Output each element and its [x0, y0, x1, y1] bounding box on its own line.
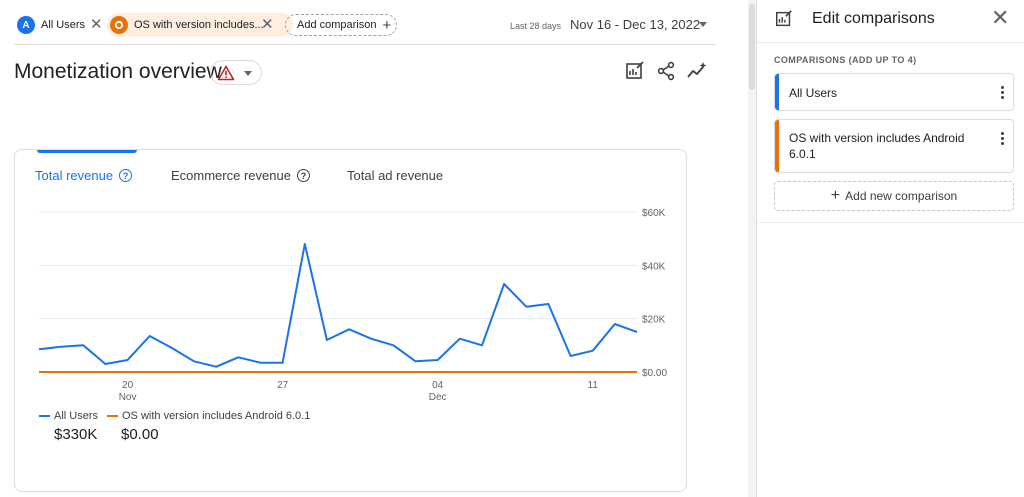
- panel-title: Edit comparisons: [812, 10, 935, 27]
- customize-report-icon: [776, 10, 792, 27]
- y-tick-label: $0.00: [642, 368, 667, 379]
- chevron-down-icon[interactable]: [699, 22, 707, 27]
- add-comparison-label: Add comparison: [297, 19, 377, 31]
- all-users-total: $330K: [54, 426, 98, 443]
- series-line-all-users: [38, 243, 638, 368]
- chip-os-label: OS with version includes...: [134, 19, 264, 31]
- x-tick-label: 27: [277, 380, 289, 391]
- close-icon[interactable]: ✕: [90, 16, 103, 34]
- legend-all-users: All Users: [39, 410, 98, 422]
- legend-swatch: [107, 415, 118, 417]
- chip-all-users[interactable]: A All Users ✕: [14, 13, 108, 37]
- plus-icon: +: [382, 16, 392, 34]
- x-tick-label: 11: [588, 380, 599, 391]
- revenue-card: Total revenue ? Ecommerce revenue ? Tota…: [14, 149, 687, 492]
- y-tick-label: $20K: [642, 315, 666, 326]
- help-icon[interactable]: ?: [119, 169, 133, 182]
- divider: [14, 44, 716, 45]
- tab-ecommerce-revenue[interactable]: Ecommerce revenue ?: [171, 168, 310, 183]
- revenue-line-chart: $60K $40K $20K $0.00 20Nov 27 04Dec 11: [38, 208, 667, 403]
- scrollbar-thumb[interactable]: [749, 4, 755, 90]
- comparison-color-stripe: [775, 74, 779, 110]
- date-range[interactable]: Nov 16 - Dec 13, 2022: [570, 17, 700, 32]
- x-tick-label: 04: [432, 380, 444, 391]
- legend-swatch: [39, 415, 50, 417]
- chip-all-users-label: All Users: [41, 19, 86, 31]
- page-title: Monetization overview: [14, 60, 222, 83]
- warning-icon: [217, 65, 235, 81]
- share-icon[interactable]: [655, 60, 677, 82]
- more-vert-icon[interactable]: [1001, 86, 1005, 101]
- tab-total-revenue-label: Total revenue: [35, 168, 114, 183]
- x-tick-month-label: Dec: [429, 392, 447, 403]
- comparisons-section-label: COMPARISONS (ADD UP TO 4): [774, 55, 917, 65]
- plus-icon: +: [830, 187, 841, 204]
- x-tick-month-label: Nov: [119, 392, 137, 403]
- comparison-card-os-version[interactable]: OS with version includes Android 6.0.1: [774, 119, 1014, 173]
- tab-total-ad-revenue-label: Total ad revenue: [347, 168, 444, 183]
- edit-comparisons-panel: Edit comparisons ✕ COMPARISONS (ADD UP T…: [756, 0, 1024, 497]
- tab-total-revenue[interactable]: Total revenue ?: [35, 168, 133, 183]
- more-vert-icon[interactable]: [1001, 132, 1005, 147]
- date-range-caption: Last 28 days: [510, 21, 562, 31]
- comparison-label: OS with version includes Android 6.0.1: [789, 131, 965, 161]
- close-icon[interactable]: ✕: [261, 16, 274, 34]
- close-icon[interactable]: ✕: [991, 6, 1009, 30]
- add-new-comparison-button[interactable]: + Add new comparison: [774, 181, 1014, 211]
- customize-report-icon[interactable]: [624, 60, 646, 82]
- main-scrollbar[interactable]: [748, 0, 756, 497]
- comparison-bar: A All Users ✕ OS with version includes..…: [14, 13, 716, 39]
- legend-all-users-label: All Users: [54, 410, 99, 422]
- os-version-total: $0.00: [121, 426, 159, 443]
- chevron-down-icon: [244, 71, 252, 76]
- y-tick-label: $40K: [642, 261, 666, 272]
- add-comparison-button[interactable]: Add comparison +: [285, 14, 397, 36]
- divider: [757, 42, 1024, 43]
- tab-ecommerce-revenue-label: Ecommerce revenue: [171, 168, 291, 183]
- all-users-badge: A: [17, 16, 35, 34]
- warning-dropdown[interactable]: [210, 60, 262, 85]
- y-tick-label: $60K: [642, 208, 666, 219]
- main-area: A All Users ✕ OS with version includes..…: [0, 0, 748, 497]
- divider: [757, 222, 1024, 223]
- panel-header: Edit comparisons ✕: [757, 0, 1024, 42]
- help-icon[interactable]: ?: [296, 169, 310, 182]
- comparison-card-all-users[interactable]: All Users: [774, 73, 1014, 111]
- os-circle-icon: [110, 16, 128, 34]
- comparison-color-stripe: [775, 120, 779, 172]
- active-tab-indicator: [37, 150, 137, 153]
- comparison-label: All Users: [789, 86, 838, 100]
- insights-icon[interactable]: [686, 60, 708, 82]
- add-new-comparison-label: Add new comparison: [845, 189, 958, 203]
- legend-os-label: OS with version includes Android 6.0.1: [122, 410, 311, 422]
- x-tick-label: 20: [122, 380, 134, 391]
- app-root: A All Users ✕ OS with version includes..…: [0, 0, 1024, 497]
- tab-total-ad-revenue[interactable]: Total ad revenue: [347, 168, 443, 183]
- legend-os-version: OS with version includes Android 6.0.1: [107, 410, 310, 422]
